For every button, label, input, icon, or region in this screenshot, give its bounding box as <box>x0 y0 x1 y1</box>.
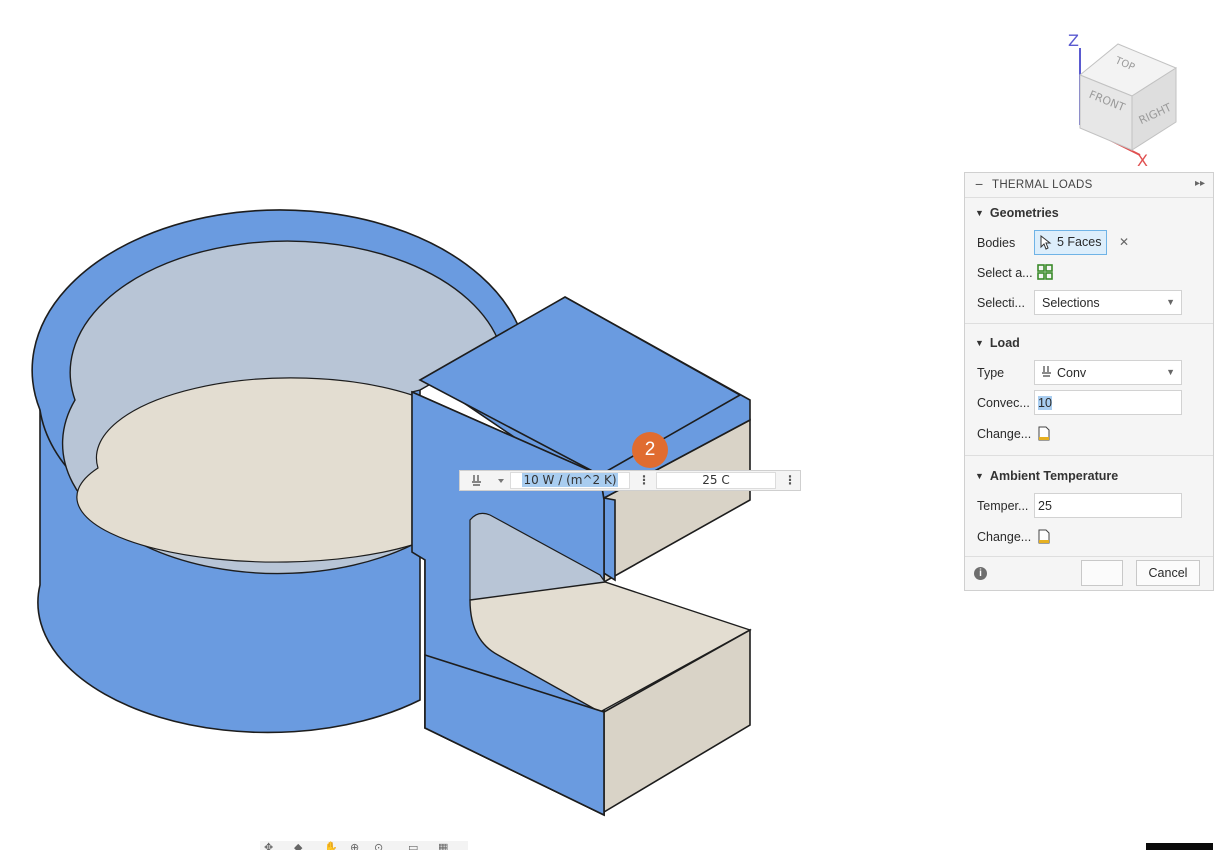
units-document-icon[interactable] <box>1038 529 1050 544</box>
orbit-icon[interactable]: ✥ <box>264 841 273 850</box>
bodies-label: Bodies <box>977 236 1016 250</box>
navigation-toolbar: ✥ ◆ ✋ ⊕ ⊙ ▭ ▦ <box>260 841 468 850</box>
callout-marker: 2 <box>632 432 668 468</box>
convection-icon <box>1042 366 1051 377</box>
triangle-down-icon: ▼ <box>975 208 984 218</box>
grid-settings-icon[interactable]: ▦ <box>438 841 448 850</box>
look-at-icon[interactable]: ◆ <box>294 841 302 850</box>
ambient-change-units-label: Change... <box>977 530 1032 544</box>
load-change-units-label: Change... <box>977 427 1032 441</box>
temperature-label: Temper... <box>977 499 1029 513</box>
divider <box>965 323 1213 324</box>
ambient-temperature-value: 25 <box>1038 499 1052 513</box>
inline-load-editor: 10 W / (m^2 K) ⋮ 25 C ⋮ <box>459 470 801 491</box>
view-cube-axis-x: X <box>1137 151 1148 170</box>
select-all-grid-icon[interactable] <box>1037 264 1053 280</box>
view-cube[interactable]: Z X TOP FRONT RIGHT <box>1068 31 1178 170</box>
load-type-value: Conv <box>1057 366 1087 380</box>
panel-title: THERMAL LOADS <box>992 179 1093 191</box>
selection-set-label: Selecti... <box>977 296 1025 310</box>
ok-button[interactable] <box>1081 560 1123 586</box>
clear-selection-icon[interactable]: ✕ <box>1119 235 1129 249</box>
section-ambient-temperature[interactable]: ▼ Ambient Temperature <box>975 469 1118 483</box>
selection-set-value: Selections <box>1042 296 1100 310</box>
type-label: Type <box>977 366 1005 380</box>
expand-icon[interactable]: ▸▸ <box>1195 178 1205 189</box>
section-geometries-label: Geometries <box>989 206 1059 220</box>
bodies-value: 5 Faces <box>1057 235 1102 249</box>
chevron-down-icon: ▼ <box>1166 367 1175 377</box>
bodies-selection-button[interactable]: 5 Faces <box>1034 230 1107 255</box>
section-ambient-temperature-label: Ambient Temperature <box>989 469 1119 483</box>
zoom-icon[interactable]: ⊕ <box>350 841 359 850</box>
thermal-loads-panel: − THERMAL LOADS ▸▸ ▼ Geometries Bodies 5 … <box>964 172 1214 591</box>
convection-coefficient-input[interactable]: 10 <box>1034 390 1182 415</box>
inline-temperature-input[interactable]: 25 C <box>656 472 776 489</box>
section-load[interactable]: ▼ Load <box>975 336 1020 350</box>
convection-label: Convec... <box>977 396 1030 410</box>
collapse-icon[interactable]: − <box>975 176 983 192</box>
select-all-label: Select a... <box>977 266 1033 280</box>
section-load-label: Load <box>989 336 1020 350</box>
more-icon[interactable]: ⋮ <box>784 472 796 489</box>
pan-icon[interactable]: ✋ <box>324 841 338 850</box>
ambient-temperature-input[interactable]: 25 <box>1034 493 1182 518</box>
divider <box>965 455 1213 456</box>
display-settings-icon[interactable]: ▭ <box>408 841 418 850</box>
corner-bar <box>1146 843 1213 850</box>
convection-value: 10 <box>1038 396 1052 410</box>
triangle-down-icon: ▼ <box>975 471 984 481</box>
inline-coefficient-input[interactable]: 10 W / (m^2 K) <box>510 472 630 489</box>
cancel-button[interactable]: Cancel <box>1136 560 1200 586</box>
load-type-dropdown[interactable]: Conv ▼ <box>1034 360 1182 385</box>
selection-set-dropdown[interactable]: Selections ▼ <box>1034 290 1182 315</box>
fit-icon[interactable]: ⊙ <box>374 841 383 850</box>
panel-footer: i Cancel <box>965 557 1213 591</box>
convection-icon[interactable] <box>468 473 508 488</box>
cursor-icon <box>1040 235 1052 250</box>
units-document-icon[interactable] <box>1038 426 1050 441</box>
triangle-down-icon: ▼ <box>975 338 984 348</box>
info-icon[interactable]: i <box>974 567 987 580</box>
panel-header: − THERMAL LOADS ▸▸ <box>965 173 1213 198</box>
chevron-down-icon: ▼ <box>1166 297 1175 307</box>
section-geometries[interactable]: ▼ Geometries <box>975 206 1059 220</box>
view-cube-axis-z: Z <box>1068 31 1079 50</box>
more-icon[interactable]: ⋮ <box>638 472 650 489</box>
